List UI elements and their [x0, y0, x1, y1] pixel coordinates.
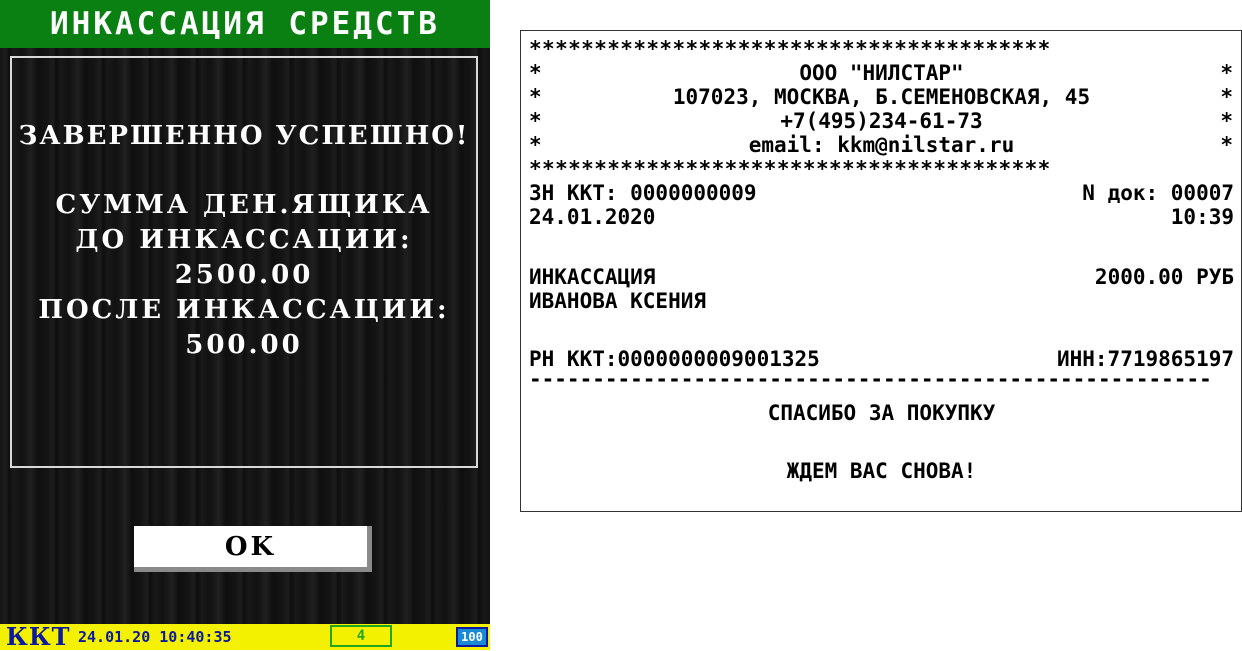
after-label: ПОСЛЕ ИНКАССАЦИИ:	[38, 295, 450, 325]
screen-title: ИНКАССАЦИЯ СРЕДСТВ	[0, 0, 490, 48]
rn-kkt: РН ККТ:0000000009001325	[529, 347, 820, 371]
kkt-device-screen: ИНКАССАЦИЯ СРЕДСТВ ЗАВЕРШЕННО УСПЕШНО! С…	[0, 0, 490, 650]
receipt-star-border-bottom: ****************************************	[529, 157, 1051, 181]
kkt-label: ККТ	[6, 622, 71, 651]
registration-row: РН ККТ:0000000009001325 ИНН:7719865197	[529, 347, 1234, 371]
receipt-datetime-row: 24.01.2020 10:39	[529, 205, 1234, 229]
company-email: email: kkm@nilstar.ru	[748, 133, 1015, 157]
zn-kkt: ЗН ККТ: 0000000009	[529, 181, 757, 205]
operation-row: ИНКАССАЦИЯ 2000.00 РУБ	[529, 265, 1234, 289]
battery-icon: 100	[456, 627, 488, 647]
printed-receipt: ****************************************…	[520, 30, 1242, 512]
thank-you-line: СПАСИБО ЗА ПОКУПКУ	[767, 401, 996, 425]
receipt-star-border-top: ****************************************	[529, 37, 1051, 61]
receipt-meta-row: ЗН ККТ: 0000000009 N док: 00007	[529, 181, 1234, 205]
inn: ИНН:7719865197	[1056, 347, 1234, 371]
after-amount: 500.00	[185, 330, 303, 360]
operation-amount: 2000.00 РУБ	[1094, 265, 1234, 289]
cashier-name: ИВАНОВА КСЕНИЯ	[529, 289, 707, 313]
receipt-date: 24.01.2020	[529, 205, 656, 229]
cash-drawer-summary: СУММА ДЕН.ЯЩИКА ДО ИНКАССАЦИИ: 2500.00 П…	[10, 188, 478, 363]
dashed-separator: ----------------------------------------…	[529, 369, 1212, 389]
status-datetime: 24.01.20 10:40:35	[78, 628, 232, 646]
see-you-again-line: ЖДЕМ ВАС СНОВА!	[786, 459, 977, 483]
status-bar: ККТ 24.01.20 10:40:35 4 100	[0, 624, 490, 650]
company-phone: +7(495)234-61-73	[780, 109, 983, 133]
before-label: ДО ИНКАССАЦИИ:	[75, 225, 413, 255]
company-name: ООО "НИЛСТАР"	[799, 61, 964, 85]
operation-name: ИНКАССАЦИЯ	[529, 265, 656, 289]
before-amount: 2500.00	[174, 260, 314, 290]
status-message: ЗАВЕРШЕННО УСПЕШНО!	[18, 121, 470, 151]
ok-button[interactable]: OK	[134, 526, 372, 572]
receipt-time: 10:39	[1170, 205, 1234, 229]
summary-heading: СУММА ДЕН.ЯЩИКА	[55, 190, 433, 220]
signal-indicator: 4	[330, 625, 392, 647]
company-address: 107023, МОСКВА, Б.СЕМЕНОВСКАЯ, 45	[672, 85, 1091, 109]
document-number: N док: 00007	[1082, 181, 1234, 205]
